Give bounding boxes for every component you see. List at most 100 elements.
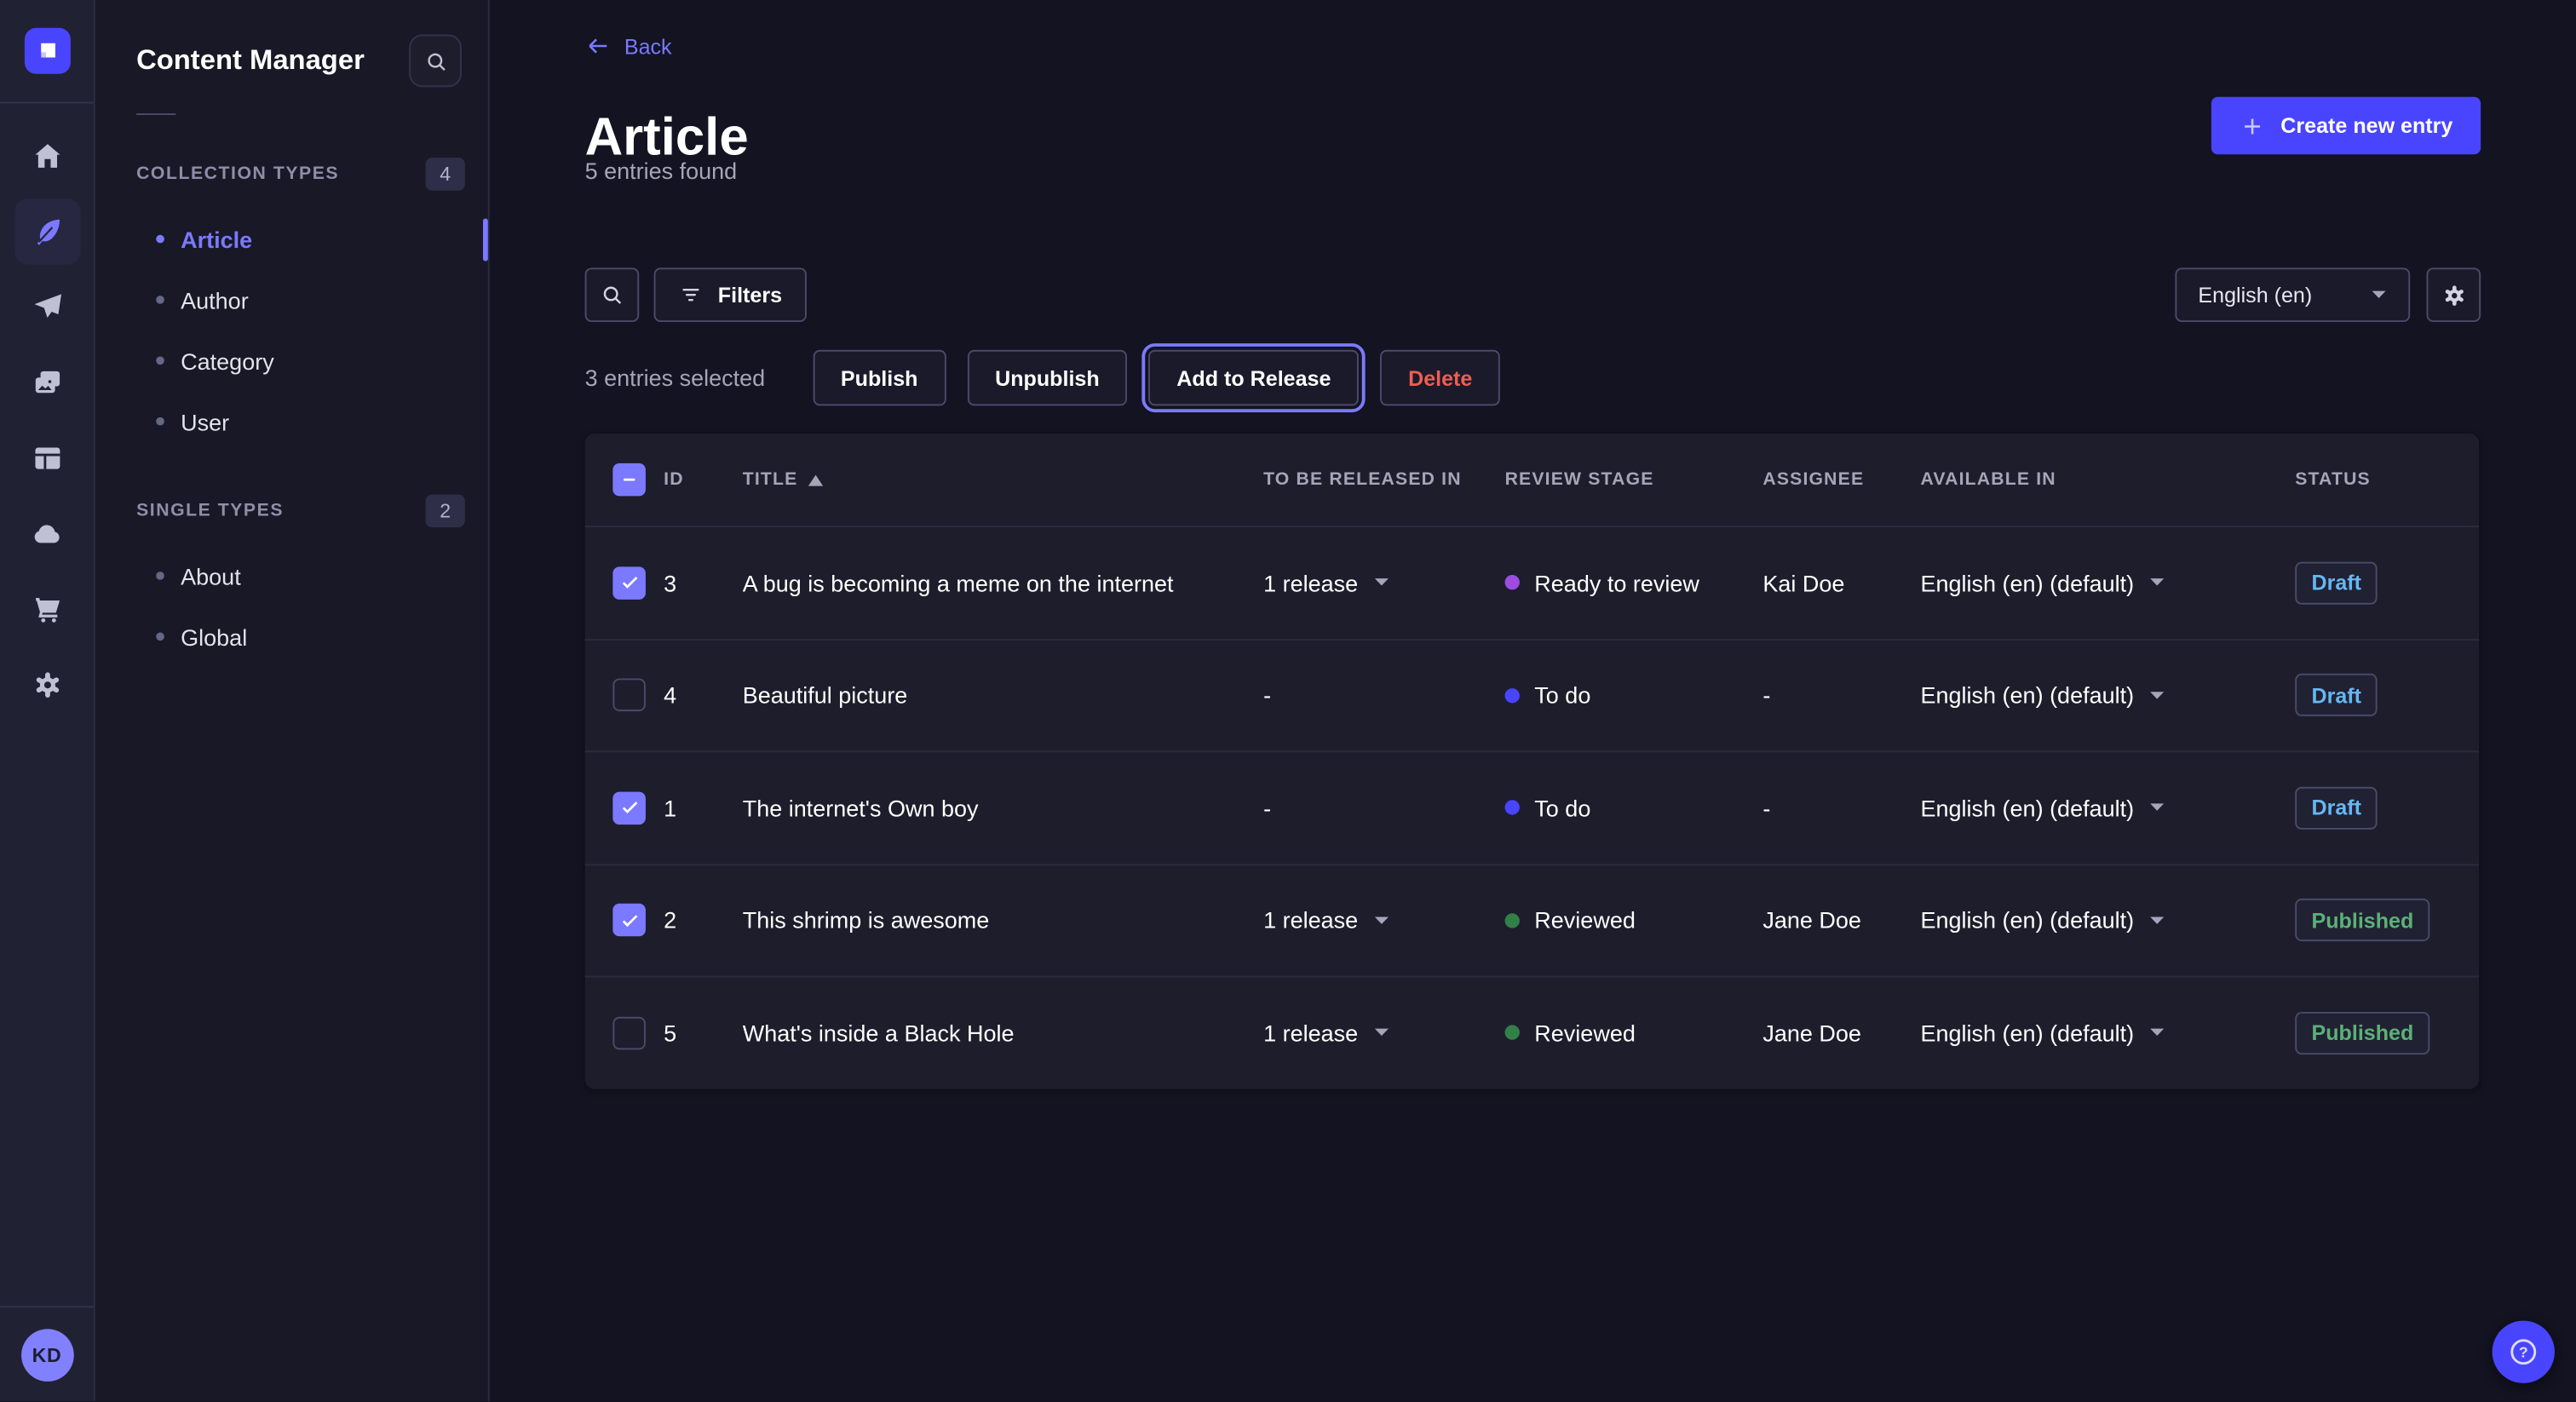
column-header-available-in[interactable]: AVAILABLE IN [1920,470,2295,490]
release-dropdown[interactable]: 1 release [1263,907,1389,934]
subnav-search-button[interactable] [409,34,462,87]
indeterminate-icon [619,470,639,490]
collection-types-section: COLLECTION TYPES 4 ArticleAuthor Category… [95,154,488,451]
column-header-assignee[interactable]: ASSIGNEE [1762,470,1920,490]
publish-button[interactable]: Publish [813,350,946,406]
table-row[interactable]: 1The internet's Own boy-To do-English (e… [585,750,2480,863]
table-row[interactable]: 3A bug is becoming a meme on the interne… [585,526,2480,638]
content-type-builder-icon[interactable] [14,425,79,491]
sidebar-item-label: User [181,408,229,434]
cell-review-stage: Reviewed [1505,1020,1763,1046]
create-new-entry-button[interactable]: Create new entry [2211,97,2481,154]
chevron-down-icon [2148,802,2165,814]
section-count-badge: 4 [425,158,464,191]
row-checkbox[interactable] [612,566,646,600]
release-cell: - [1263,682,1271,709]
sidebar-item-article[interactable]: Article [95,209,488,269]
help-button[interactable]: ? [2493,1321,2555,1383]
single-types-section: SINGLE TYPES 2 About Global [95,491,488,667]
table-row[interactable]: 2This shrimp is awesome1 release Reviewed… [585,863,2480,975]
content-manager-icon[interactable] [14,198,79,264]
deploy-cloud-icon[interactable] [14,501,79,566]
search-icon [600,283,624,307]
column-header-review-stage[interactable]: REVIEW STAGE [1505,470,1763,490]
filters-button[interactable]: Filters [654,267,807,322]
cell-id: 5 [664,1020,743,1046]
sort-ascending-icon [808,474,822,486]
available-in-dropdown[interactable]: English (en) (default) [1920,570,2165,596]
release-dropdown[interactable]: 1 release [1263,570,1389,596]
status-badge: Published [2295,1012,2429,1054]
column-header-to-be-released-in[interactable]: TO BE RELEASED IN [1263,470,1505,490]
section-count-badge: 2 [425,494,464,527]
stage-label: Reviewed [1534,1020,1636,1046]
marketplace-cart-icon[interactable] [14,577,79,642]
column-header-id[interactable]: ID [664,470,743,490]
check-icon [618,910,640,931]
user-avatar[interactable]: KD [20,1328,73,1381]
entries-count: 5 entries found [585,158,738,184]
select-all-checkbox[interactable] [612,463,646,497]
chevron-down-icon [2148,1027,2165,1039]
section-label: COLLECTION TYPES [136,164,339,184]
sidebar-item-category[interactable]: Category [95,330,488,391]
stage-dot-icon [1505,688,1520,703]
available-in-dropdown[interactable]: English (en) (default) [1920,907,2165,934]
sidebar-item-author[interactable]: Author [95,269,488,330]
svg-text:?: ? [2519,1343,2528,1360]
cell-title: What's inside a Black Hole [743,1020,1263,1046]
check-icon [618,572,640,594]
back-link[interactable]: Back [585,33,672,60]
sidebar-item-label: Category [181,348,274,374]
stage-label: Reviewed [1534,907,1636,934]
sidebar-item-about[interactable]: About [95,545,488,606]
release-dropdown[interactable]: 1 release [1263,1020,1389,1046]
active-indicator [483,218,488,261]
strapi-logo[interactable] [24,28,70,74]
sidebar-item-label: Global [181,623,247,650]
releases-icon[interactable] [14,274,79,340]
row-checkbox[interactable] [612,904,646,937]
sidebar-item-user[interactable]: User [95,391,488,451]
main-content: Back Article 5 entries found Create new … [490,0,2576,1401]
settings-gear-icon[interactable] [14,652,79,718]
row-checkbox[interactable] [612,791,646,825]
collection-types-list: ArticleAuthor Category User [95,209,488,451]
search-button[interactable] [585,267,640,322]
available-in-dropdown[interactable]: English (en) (default) [1920,682,2165,709]
cell-id: 1 [664,795,743,821]
add-to-release-button[interactable]: Add to Release [1149,350,1360,406]
cell-review-stage: Ready to review [1505,570,1763,596]
cell-title: The internet's Own boy [743,795,1263,821]
app-window: KD Content Manager COLLECTION TYPES 4 Ar… [0,0,2576,1401]
media-library-icon[interactable] [14,350,79,416]
row-checkbox[interactable] [612,679,646,712]
row-checkbox[interactable] [612,1016,646,1049]
cell-id: 4 [664,682,743,709]
table-row[interactable]: 4Beautiful picture-To do-English (en) (d… [585,638,2480,750]
available-in-dropdown[interactable]: English (en) (default) [1920,795,2165,821]
section-label: SINGLE TYPES [136,501,284,520]
cell-id: 2 [664,907,743,934]
available-in-dropdown[interactable]: English (en) (default) [1920,1020,2165,1046]
logo-area [0,0,94,103]
stage-dot-icon [1505,913,1520,928]
delete-button[interactable]: Delete [1380,350,1500,406]
locale-select[interactable]: English (en) [2175,267,2410,322]
content-manager-subnav: Content Manager COLLECTION TYPES 4 Artic… [95,0,490,1401]
subnav-divider [136,113,175,115]
table-row[interactable]: 5What's inside a Black Hole1 release Revi… [585,976,2480,1089]
cell-title: This shrimp is awesome [743,907,1263,934]
cell-review-stage: Reviewed [1505,907,1763,934]
column-header-title[interactable]: TITLE [743,470,1263,490]
column-header-status[interactable]: STATUS [2295,470,2479,490]
arrow-left-icon [585,33,612,60]
unpublish-button[interactable]: Unpublish [967,350,1127,406]
view-settings-button[interactable] [2426,267,2481,322]
sidebar-item-global[interactable]: Global [95,606,488,667]
toolbar-left: Filters [585,267,807,322]
cell-assignee: - [1762,795,1920,821]
table-body: 3A bug is becoming a meme on the interne… [585,526,2480,1089]
home-icon[interactable] [14,124,79,189]
cell-title: Beautiful picture [743,682,1263,709]
